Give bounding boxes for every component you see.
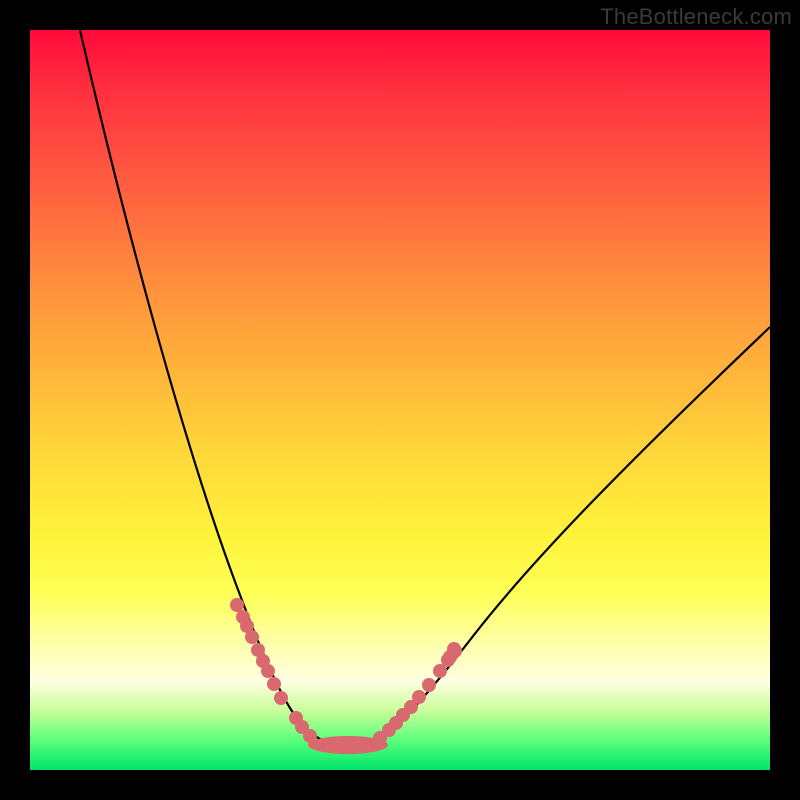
chart-svg bbox=[30, 30, 770, 770]
left-curve bbox=[80, 30, 326, 742]
right-marker-cluster bbox=[373, 642, 462, 745]
watermark-text: TheBottleneck.com bbox=[600, 4, 792, 30]
right-curve bbox=[378, 327, 770, 742]
bottom-left-marker-cluster bbox=[289, 711, 317, 743]
chart-plot-area bbox=[30, 30, 770, 770]
